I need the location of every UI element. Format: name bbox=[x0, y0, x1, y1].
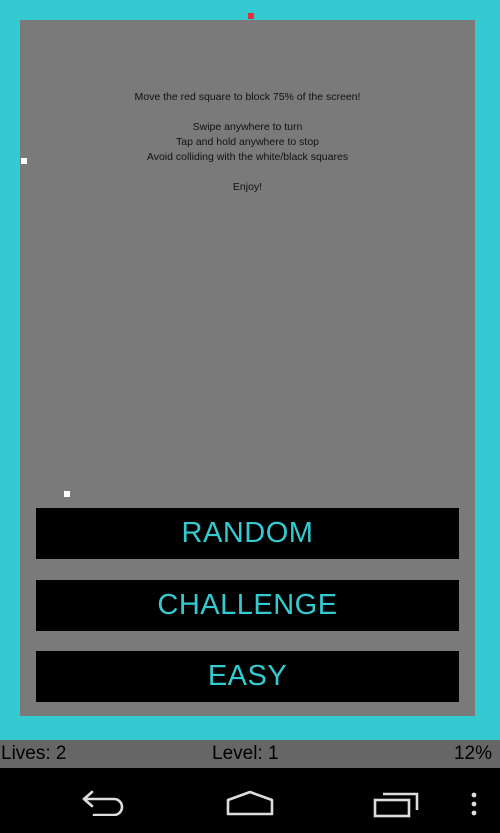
android-nav-bar bbox=[0, 768, 500, 833]
back-icon[interactable] bbox=[80, 788, 128, 816]
instruction-line: Swipe anywhere to turn bbox=[192, 121, 303, 133]
instruction-line: Avoid colliding with the white/black squ… bbox=[146, 151, 349, 163]
overflow-menu-icon[interactable] bbox=[469, 792, 479, 816]
recent-apps-icon[interactable] bbox=[373, 790, 421, 818]
challenge-mode-button[interactable]: CHALLENGE bbox=[36, 580, 459, 631]
status-bar: Lives: 2 Level: 1 12% bbox=[0, 740, 500, 768]
random-mode-button[interactable]: RANDOM bbox=[36, 508, 459, 559]
lives-counter: Lives: 2 bbox=[1, 743, 67, 764]
instruction-line: Enjoy! bbox=[232, 181, 263, 193]
enemy-white-square bbox=[64, 491, 70, 497]
coverage-percent: 12% bbox=[453, 743, 492, 764]
easy-mode-button[interactable]: EASY bbox=[36, 651, 459, 702]
game-screen[interactable]: Move the red square to block 75% of the … bbox=[0, 0, 500, 740]
instruction-line bbox=[20, 105, 475, 120]
instruction-line: Move the red square to block 75% of the … bbox=[134, 91, 361, 103]
home-icon[interactable] bbox=[225, 790, 275, 816]
level-indicator: Level: 1 bbox=[212, 743, 279, 764]
instruction-line: Tap and hold anywhere to stop bbox=[175, 136, 320, 148]
enemy-white-square bbox=[21, 158, 27, 164]
instructions: Move the red square to block 75% of the … bbox=[20, 90, 475, 195]
instruction-line bbox=[20, 165, 475, 180]
player-red-square bbox=[248, 13, 254, 19]
